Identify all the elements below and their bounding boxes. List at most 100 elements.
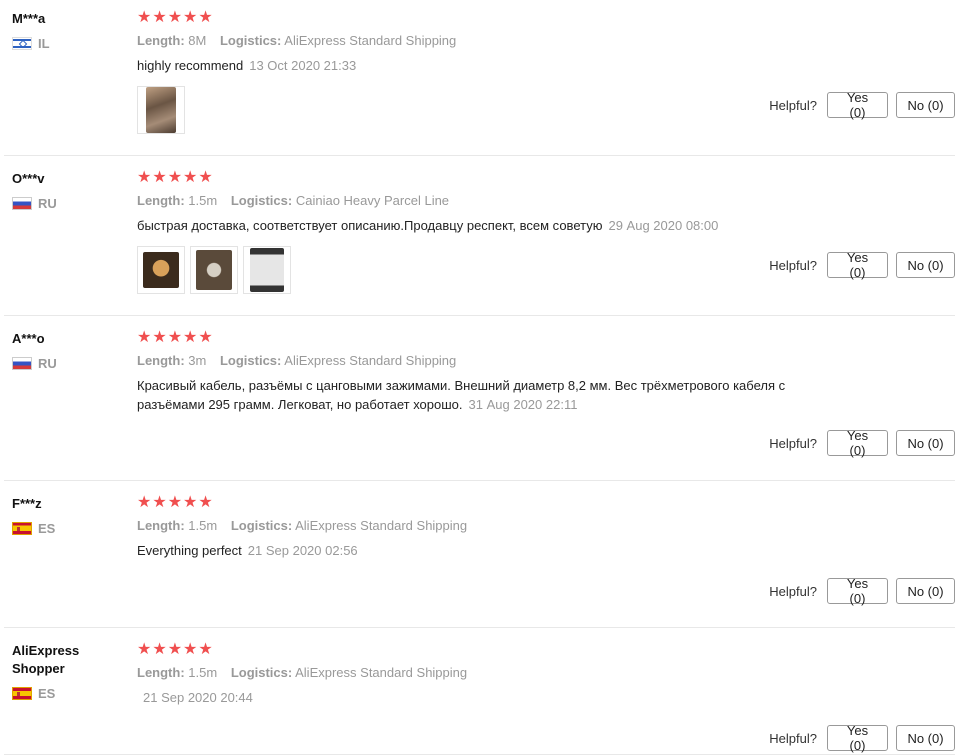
helpful-votes: Helpful? Yes (0) No (0) — [769, 90, 955, 120]
reviewer-info: M***a IL — [12, 10, 132, 51]
length-label: Length: — [137, 518, 185, 533]
review-photo-thumbnail[interactable] — [243, 246, 291, 294]
reviewer-country: IL — [12, 36, 132, 51]
star-rating: ★★★★★ — [137, 329, 214, 346]
logistics-label: Logistics: — [230, 665, 293, 680]
logistics-value: Cainiao Heavy Parcel Line — [295, 193, 450, 208]
review-item: AliExpress Shopper ES ★★★★★ Length: 1.5m… — [4, 628, 955, 755]
country-code: ES — [38, 521, 56, 536]
logistics-value: AliExpress Standard Shipping — [284, 33, 457, 48]
review-content: ★★★★★ Length: 1.5m Logistics: AliExpress… — [137, 640, 955, 707]
reviewer-info: A***o RU — [12, 330, 132, 371]
logistics-label: Logistics: — [230, 193, 293, 208]
vote-no-button[interactable]: No (0) — [896, 92, 955, 118]
review-date: 21 Sep 2020 02:56 — [247, 543, 358, 558]
country-code: RU — [38, 356, 57, 371]
review-date: 31 Aug 2020 22:11 — [468, 397, 578, 412]
helpful-label: Helpful? — [769, 435, 817, 451]
helpful-votes: Helpful? Yes (0) No (0) — [769, 428, 955, 458]
review-text-line: 21 Sep 2020 20:44 — [137, 688, 827, 707]
review-meta: Length: 1.5m Logistics: Cainiao Heavy Pa… — [137, 192, 955, 210]
star-rating: ★★★★★ — [137, 641, 214, 658]
length-value: 3m — [188, 353, 207, 368]
review-item: O***v RU ★★★★★ Length: 1.5m Logistics: C… — [4, 156, 955, 316]
vote-no-button[interactable]: No (0) — [896, 430, 955, 456]
helpful-label: Helpful? — [769, 97, 817, 113]
review-item: F***z ES ★★★★★ Length: 1.5m Logistics: A… — [4, 481, 955, 628]
reviewer-name: M***a — [12, 11, 46, 26]
review-text: Everything perfect — [137, 543, 242, 558]
vote-no-button[interactable]: No (0) — [896, 578, 955, 604]
length-value: 1.5m — [188, 665, 218, 680]
review-text-line: Красивый кабель, разъёмы с цанговыми заж… — [137, 376, 827, 414]
helpful-label: Helpful? — [769, 583, 817, 599]
review-photo-thumbnail[interactable] — [137, 246, 185, 294]
country-code: ES — [38, 686, 56, 701]
review-item: A***o RU ★★★★★ Length: 3m Logistics: Ali… — [4, 316, 955, 481]
vote-no-button[interactable]: No (0) — [896, 252, 955, 278]
reviewer-country: RU — [12, 356, 132, 371]
review-meta: Length: 1.5m Logistics: AliExpress Stand… — [137, 517, 955, 535]
review-content: ★★★★★ Length: 3m Logistics: AliExpress S… — [137, 328, 955, 414]
length-value: 1.5m — [188, 193, 218, 208]
length-value: 8M — [188, 33, 207, 48]
review-meta: Length: 8M Logistics: AliExpress Standar… — [137, 32, 955, 50]
vote-yes-button[interactable]: Yes (0) — [827, 428, 888, 458]
reviewer-info: AliExpress Shopper ES — [12, 642, 132, 701]
russia-flag-icon — [12, 197, 32, 210]
review-photo-thumbnail[interactable] — [137, 86, 185, 134]
photo-image — [196, 250, 232, 290]
helpful-label: Helpful? — [769, 257, 817, 273]
review-item: M***a IL ★★★★★ Length: 8M Logistics: Ali… — [4, 0, 955, 156]
review-text: highly recommend — [137, 58, 244, 73]
length-label: Length: — [137, 665, 185, 680]
helpful-label: Helpful? — [769, 730, 817, 746]
logistics-value: AliExpress Standard Shipping — [295, 518, 468, 533]
review-meta: Length: 1.5m Logistics: AliExpress Stand… — [137, 664, 955, 682]
country-code: RU — [38, 196, 57, 211]
photo-image — [250, 248, 284, 292]
israel-flag-icon — [12, 37, 32, 50]
vote-yes-button[interactable]: Yes (0) — [827, 576, 888, 606]
length-value: 1.5m — [188, 518, 218, 533]
vote-yes-button[interactable]: Yes (0) — [827, 723, 888, 753]
review-date: 13 Oct 2020 21:33 — [249, 58, 357, 73]
logistics-value: AliExpress Standard Shipping — [295, 665, 468, 680]
photo-image — [146, 87, 176, 133]
helpful-votes: Helpful? Yes (0) No (0) — [769, 576, 955, 606]
length-label: Length: — [137, 353, 185, 368]
spain-flag-icon — [12, 522, 32, 535]
review-text-line: highly recommend 13 Oct 2020 21:33 — [137, 56, 827, 75]
logistics-label: Logistics: — [219, 353, 282, 368]
review-date: 21 Sep 2020 20:44 — [143, 690, 253, 705]
spain-flag-icon — [12, 687, 32, 700]
russia-flag-icon — [12, 357, 32, 370]
review-text-line: Everything perfect 21 Sep 2020 02:56 — [137, 541, 827, 560]
photo-image — [143, 252, 179, 288]
review-text: Красивый кабель, разъёмы с цанговыми заж… — [137, 378, 786, 412]
reviewer-name: AliExpress Shopper — [12, 643, 80, 676]
vote-no-button[interactable]: No (0) — [896, 725, 955, 751]
star-rating: ★★★★★ — [137, 169, 214, 186]
reviewer-country: ES — [12, 521, 132, 536]
helpful-votes: Helpful? Yes (0) No (0) — [769, 250, 955, 280]
logistics-label: Logistics: — [230, 518, 293, 533]
country-code: IL — [38, 36, 50, 51]
helpful-votes: Helpful? Yes (0) No (0) — [769, 723, 955, 753]
reviewer-name: O***v — [12, 171, 45, 186]
vote-yes-button[interactable]: Yes (0) — [827, 90, 888, 120]
reviewer-country: ES — [12, 686, 132, 701]
review-photo-thumbnail[interactable] — [190, 246, 238, 294]
star-rating: ★★★★★ — [137, 9, 214, 26]
review-text-line: быстрая доставка, соответствует описанию… — [137, 216, 827, 235]
reviewer-info: F***z ES — [12, 495, 132, 536]
reviewer-info: O***v RU — [12, 170, 132, 211]
logistics-label: Logistics: — [219, 33, 282, 48]
review-date: 29 Aug 2020 08:00 — [608, 218, 719, 233]
length-label: Length: — [137, 193, 185, 208]
reviewer-name: A***o — [12, 331, 45, 346]
length-label: Length: — [137, 33, 185, 48]
vote-yes-button[interactable]: Yes (0) — [827, 250, 888, 280]
logistics-value: AliExpress Standard Shipping — [284, 353, 457, 368]
review-text: быстрая доставка, соответствует описанию… — [137, 218, 603, 233]
